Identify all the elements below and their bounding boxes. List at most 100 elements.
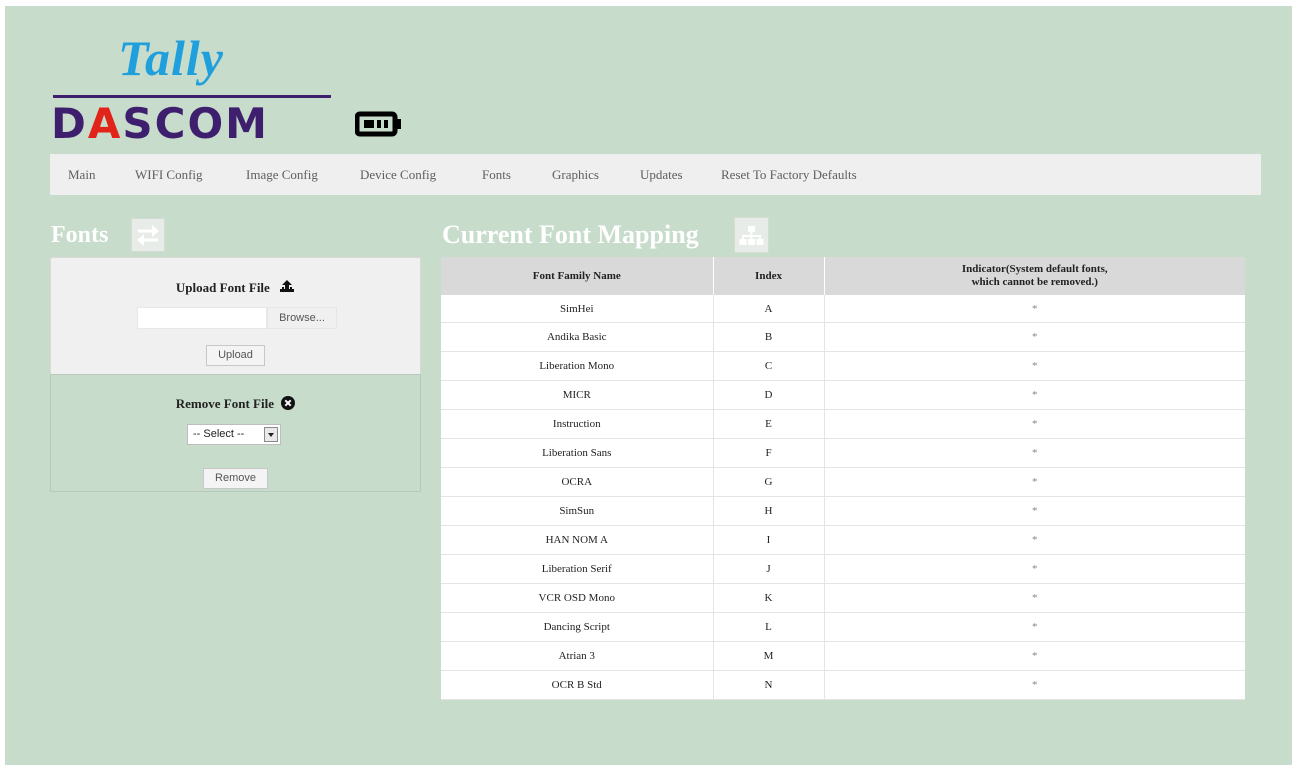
- font-mapping-rows: SimHei A * Andika Basic B * Liberation Mono C * M…: [441, 295, 1245, 700]
- table-row: Andika Basic B *: [441, 322, 1245, 352]
- table-header-row: Font Family Name Index Indicator(System …: [441, 257, 1245, 295]
- browse-button[interactable]: Browse...: [267, 307, 337, 329]
- dascom-logo-text: DASCOM: [51, 101, 269, 147]
- nav-fonts[interactable]: Fonts: [482, 167, 511, 183]
- nav-graphics[interactable]: Graphics: [552, 167, 599, 183]
- column-header-font-family: Font Family Name: [441, 257, 714, 295]
- upload-font-panel: Upload Font File Browse... Upload: [50, 257, 421, 376]
- font-family-cell: Atrian 3: [441, 641, 714, 671]
- font-index-cell: G: [713, 467, 825, 497]
- logo-divider: [53, 95, 331, 98]
- indicator-header-line1: Indicator(System default fonts,: [961, 263, 1108, 275]
- default-indicator-cell: *: [824, 467, 1245, 497]
- font-family-cell: Andika Basic: [441, 322, 714, 352]
- nav-wifi-config[interactable]: WIFI Config: [135, 167, 203, 183]
- font-index-cell: K: [713, 583, 825, 613]
- font-family-cell: Liberation Sans: [441, 438, 714, 468]
- font-index-cell: A: [713, 295, 825, 323]
- nav-main[interactable]: Main: [68, 167, 95, 183]
- table-row: Liberation Sans F *: [441, 438, 1245, 468]
- default-indicator-cell: *: [824, 554, 1245, 584]
- remove-font-title: Remove Font File: [51, 396, 420, 412]
- table-row: Instruction E *: [441, 409, 1245, 439]
- column-header-indicator: Indicator(System default fonts, which ca…: [824, 257, 1245, 295]
- table-row: MICR D *: [441, 380, 1245, 410]
- remove-font-panel: Remove Font File -- Select -- Remove: [50, 374, 421, 492]
- default-indicator-cell: *: [824, 380, 1245, 410]
- upload-font-title-text: Upload Font File: [175, 280, 270, 295]
- font-family-cell: OCRA: [441, 467, 714, 497]
- font-index-cell: M: [713, 641, 825, 671]
- default-indicator-cell: *: [824, 641, 1245, 671]
- dascom-logo-part: SCOM: [122, 99, 269, 148]
- default-indicator-cell: *: [824, 496, 1245, 526]
- page-background: Tally DASCOM Main WIFI Config Image Conf…: [5, 6, 1292, 765]
- sitemap-icon: [734, 217, 769, 253]
- font-index-cell: J: [713, 554, 825, 584]
- font-index-cell: H: [713, 496, 825, 526]
- default-indicator-cell: *: [824, 612, 1245, 642]
- table-row: HAN NOM A I *: [441, 525, 1245, 555]
- dascom-logo-accent: A: [87, 99, 123, 148]
- font-index-cell: E: [713, 409, 825, 439]
- font-index-cell: L: [713, 612, 825, 642]
- dascom-mark-icon: [354, 109, 405, 142]
- upload-icon: [279, 279, 295, 293]
- default-indicator-cell: *: [824, 438, 1245, 468]
- table-row: VCR OSD Mono K *: [441, 583, 1245, 613]
- default-indicator-cell: *: [824, 583, 1245, 613]
- default-indicator-cell: *: [824, 295, 1245, 323]
- table-row: SimSun H *: [441, 496, 1245, 526]
- font-family-cell: SimSun: [441, 496, 714, 526]
- font-index-cell: D: [713, 380, 825, 410]
- default-indicator-cell: *: [824, 322, 1245, 352]
- fonts-title: Fonts: [51, 222, 109, 248]
- top-nav: Main WIFI Config Image Config Device Con…: [50, 154, 1261, 195]
- font-family-cell: VCR OSD Mono: [441, 583, 714, 613]
- upload-font-title: Upload Font File: [51, 279, 420, 296]
- swap-arrows-icon: [131, 218, 165, 252]
- font-family-cell: HAN NOM A: [441, 525, 714, 555]
- default-indicator-cell: *: [824, 670, 1245, 700]
- table-row: Liberation Mono C *: [441, 351, 1245, 381]
- column-header-index: Index: [713, 257, 825, 295]
- default-indicator-cell: *: [824, 351, 1245, 381]
- dascom-logo-part: D: [51, 99, 88, 148]
- font-mapping-table: Font Family Name Index Indicator(System …: [441, 257, 1245, 700]
- default-indicator-cell: *: [824, 525, 1245, 555]
- font-family-cell: MICR: [441, 380, 714, 410]
- nav-reset-factory-defaults[interactable]: Reset To Factory Defaults: [721, 167, 857, 183]
- chevron-down-icon: [264, 427, 278, 442]
- font-family-cell: OCR B Std: [441, 670, 714, 700]
- table-row: Liberation Serif J *: [441, 554, 1245, 584]
- remove-font-title-text: Remove Font File: [175, 396, 274, 411]
- indicator-header-line2: which cannot be removed.): [971, 276, 1098, 288]
- remove-circle-icon: [281, 396, 296, 410]
- font-index-cell: I: [713, 525, 825, 555]
- font-family-cell: Liberation Mono: [441, 351, 714, 381]
- font-family-cell: Dancing Script: [441, 612, 714, 642]
- table-row: Atrian 3 M *: [441, 641, 1245, 671]
- default-indicator-cell: *: [824, 409, 1245, 439]
- remove-button[interactable]: Remove: [203, 468, 268, 489]
- mapping-title: Current Font Mapping: [442, 220, 699, 249]
- font-index-cell: B: [713, 322, 825, 352]
- font-file-path-input[interactable]: [137, 307, 267, 329]
- font-family-cell: Instruction: [441, 409, 714, 439]
- font-index-cell: N: [713, 670, 825, 700]
- font-index-cell: F: [713, 438, 825, 468]
- font-family-cell: Liberation Serif: [441, 554, 714, 584]
- upload-button[interactable]: Upload: [206, 345, 265, 366]
- font-select-dropdown[interactable]: -- Select --: [187, 424, 281, 445]
- font-index-cell: C: [713, 351, 825, 381]
- nav-device-config[interactable]: Device Config: [360, 167, 436, 183]
- nav-updates[interactable]: Updates: [640, 167, 683, 183]
- table-row: OCR B Std N *: [441, 670, 1245, 700]
- table-row: SimHei A *: [441, 295, 1245, 323]
- table-row: OCRA G *: [441, 467, 1245, 497]
- table-row: Dancing Script L *: [441, 612, 1245, 642]
- font-family-cell: SimHei: [441, 295, 714, 323]
- nav-image-config[interactable]: Image Config: [246, 167, 318, 183]
- tally-logo-text: Tally: [118, 30, 224, 86]
- font-select-value: -- Select --: [193, 428, 245, 440]
